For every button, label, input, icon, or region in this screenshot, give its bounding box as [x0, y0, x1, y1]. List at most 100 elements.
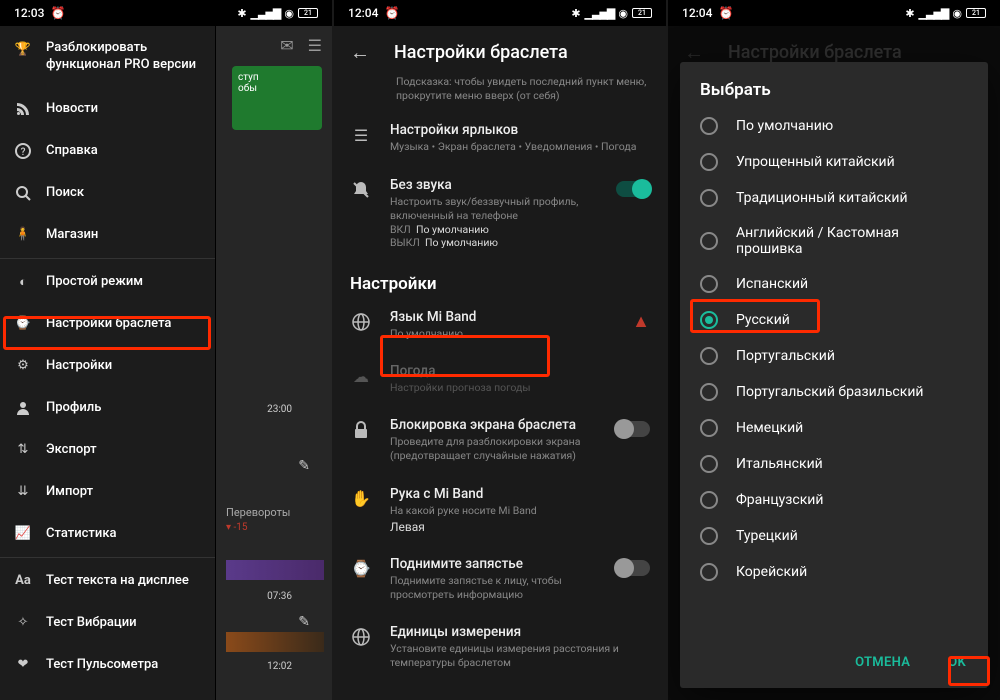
drawer-item-label: Справка — [46, 143, 98, 158]
option-12[interactable]: Корейский — [680, 554, 988, 590]
option-5[interactable]: Русский — [680, 302, 988, 338]
dialog-options: По умолчанию Упрощенный китайский Традицио… — [680, 108, 988, 639]
drawer-item-label: Тест Вибрации — [46, 615, 137, 630]
drawer-settings[interactable]: ⚙ Настройки — [0, 345, 215, 387]
vibration-icon: ✧ — [14, 614, 32, 632]
radio-icon — [700, 347, 718, 365]
option-7[interactable]: Португальский бразильский — [680, 374, 988, 410]
row-lift[interactable]: ⌚ Поднимите запястье Поднимите запястье … — [334, 545, 666, 613]
globe-icon — [350, 311, 372, 333]
drawer-profile[interactable]: Профиль — [0, 387, 215, 429]
bell-off-icon — [350, 179, 372, 201]
gear-icon: ⚙ — [14, 357, 32, 375]
option-label: Турецкий — [736, 528, 798, 544]
nav-drawer: 🏆 Разблокировать функционал PRO версии Н… — [0, 26, 216, 700]
person-icon — [14, 399, 32, 417]
export-icon: ⇅ — [14, 441, 32, 459]
bluetooth-icon: ✱ — [571, 7, 580, 20]
option-3[interactable]: Английский / Кастомная прошивка — [680, 216, 988, 266]
drawer-search[interactable]: Поиск — [0, 172, 215, 214]
drawer-item-label: Тест текста на дисплее — [46, 573, 189, 588]
flips-delta: ▾ -15 — [226, 522, 248, 533]
screenshot-2: 12:04 ⏰ ✱ ▁▃▅▇ ◉ 21 ← Настройки браслета… — [334, 0, 666, 700]
trophy-icon: 🏆 — [14, 40, 32, 58]
band-icon: ⌚ — [14, 315, 32, 333]
screenshot-3: 12:04 ⏰ ✱ ▁▃▅▇ ◉ 21 ← Настройки браслета… — [668, 0, 1000, 700]
app-bar: ← Настройки браслета — [334, 26, 666, 75]
option-11[interactable]: Турецкий — [680, 518, 988, 554]
bg-time-2: 12:02 — [267, 661, 292, 672]
bg-time-label: 23:00 — [267, 404, 292, 415]
signal-icon: ▁▃▅▇ — [585, 7, 615, 20]
drawer-band-settings[interactable]: ⌚ Настройки браслета — [0, 303, 215, 345]
drawer-news[interactable]: Новости — [0, 88, 215, 130]
chart-icon: 📈 — [14, 525, 32, 543]
row-hand[interactable]: ✋ Рука с Mi Band На какой руке носите Mi… — [334, 475, 666, 545]
cancel-button[interactable]: ОТМЕНА — [841, 647, 924, 678]
option-1[interactable]: Упрощенный китайский — [680, 144, 988, 180]
row-silent[interactable]: Без звука Настроить звук/беззвучный проф… — [334, 166, 666, 260]
lift-toggle[interactable] — [616, 560, 650, 576]
option-label: Итальянский — [736, 456, 823, 472]
store-icon: 🧍 — [14, 226, 32, 244]
row-language[interactable]: Язык Mi Band По умолчанию ▲ — [334, 298, 666, 352]
lift-icon: ⌚ — [350, 558, 372, 580]
import-icon: ⇊ — [14, 483, 32, 501]
drawer-test-vibration[interactable]: ✧ Тест Вибрации — [0, 602, 215, 644]
option-0[interactable]: По умолчанию — [680, 108, 988, 144]
signal-icon: ▁▃▅▇ — [919, 7, 949, 20]
mode-icon: ◐ — [14, 273, 32, 291]
drawer-test-heart[interactable]: ❤ Тест Пульсометра — [0, 644, 215, 686]
drawer-export[interactable]: ⇅ Экспорт — [0, 429, 215, 471]
clock: 12:04 — [348, 6, 378, 20]
drawer-import[interactable]: ⇊ Импорт — [0, 471, 215, 513]
status-bar: 12:04 ⏰ ✱ ▁▃▅▇ ◉ 21 — [668, 0, 1000, 26]
option-6[interactable]: Португальский — [680, 338, 988, 374]
radio-icon — [700, 491, 718, 509]
drawer-help[interactable]: ? Справка — [0, 130, 215, 172]
drawer-test-text[interactable]: Aa Тест текста на дисплее — [0, 560, 215, 602]
option-4[interactable]: Испанский — [680, 266, 988, 302]
option-label: Французский — [736, 492, 823, 508]
help-icon: ? — [14, 142, 32, 160]
lock-toggle[interactable] — [616, 421, 650, 437]
page-title: Настройки браслета — [394, 42, 568, 63]
battery-indicator: 21 — [632, 8, 652, 18]
section-header: Настройки — [334, 260, 666, 298]
option-2[interactable]: Традиционный китайский — [680, 180, 988, 216]
screenshot-1: 12:03 ⏰ ✱ ▁▃▅▇ ◉ 21 ✉ ☰ ступ обы 23:00 ✎… — [0, 0, 332, 700]
edit-icon[interactable]: ✎ — [298, 458, 310, 474]
mail-icon[interactable]: ✉ — [280, 36, 293, 55]
row-units[interactable]: Единицы измерения Установите единицы изм… — [334, 613, 666, 681]
clock: 12:03 — [14, 6, 44, 20]
drawer-stats[interactable]: 📈 Статистика — [0, 513, 215, 555]
option-label: Русский — [736, 312, 790, 328]
battery-indicator: 21 — [298, 8, 318, 18]
drawer-item-label: Тест Пульсометра — [46, 657, 158, 672]
lock-icon — [350, 419, 372, 441]
option-10[interactable]: Французский — [680, 482, 988, 518]
edit-icon-2[interactable]: ✎ — [298, 614, 310, 630]
option-label: Немецкий — [736, 420, 803, 436]
option-8[interactable]: Немецкий — [680, 410, 988, 446]
drawer-simple-mode[interactable]: ◐ Простой режим — [0, 261, 215, 303]
back-icon[interactable]: ← — [350, 40, 370, 65]
ok-button[interactable]: OK — [934, 647, 980, 678]
silent-toggle[interactable] — [616, 181, 650, 197]
globe-icon — [350, 626, 372, 648]
drawer-item-label: Настройки браслета — [46, 316, 171, 331]
status-bar: 12:04 ⏰ ✱ ▁▃▅▇ ◉ 21 — [334, 0, 666, 26]
rss-icon — [14, 100, 32, 118]
language-dialog: Выбрать По умолчаниюУпрощенный китайский… — [680, 62, 988, 688]
option-label: Упрощенный китайский — [736, 154, 895, 170]
row-lock[interactable]: Блокировка экрана браслета Проведите для… — [334, 406, 666, 474]
drawer-store[interactable]: 🧍 Магазин — [0, 214, 215, 256]
radio-icon — [700, 189, 718, 207]
drawer-unlock-pro[interactable]: 🏆 Разблокировать функционал PRO версии — [0, 26, 215, 88]
row-shortcuts[interactable]: ☰ Настройки ярлыков Музыка • Экран брасл… — [334, 111, 666, 165]
heart-icon: ❤ — [14, 656, 32, 674]
option-9[interactable]: Итальянский — [680, 446, 988, 482]
bg-time-1: 07:36 — [267, 591, 292, 602]
row-weather[interactable]: ☁ Погода Настройки прогноза погоды — [334, 352, 666, 406]
sliders-icon[interactable]: ☰ — [308, 36, 322, 55]
